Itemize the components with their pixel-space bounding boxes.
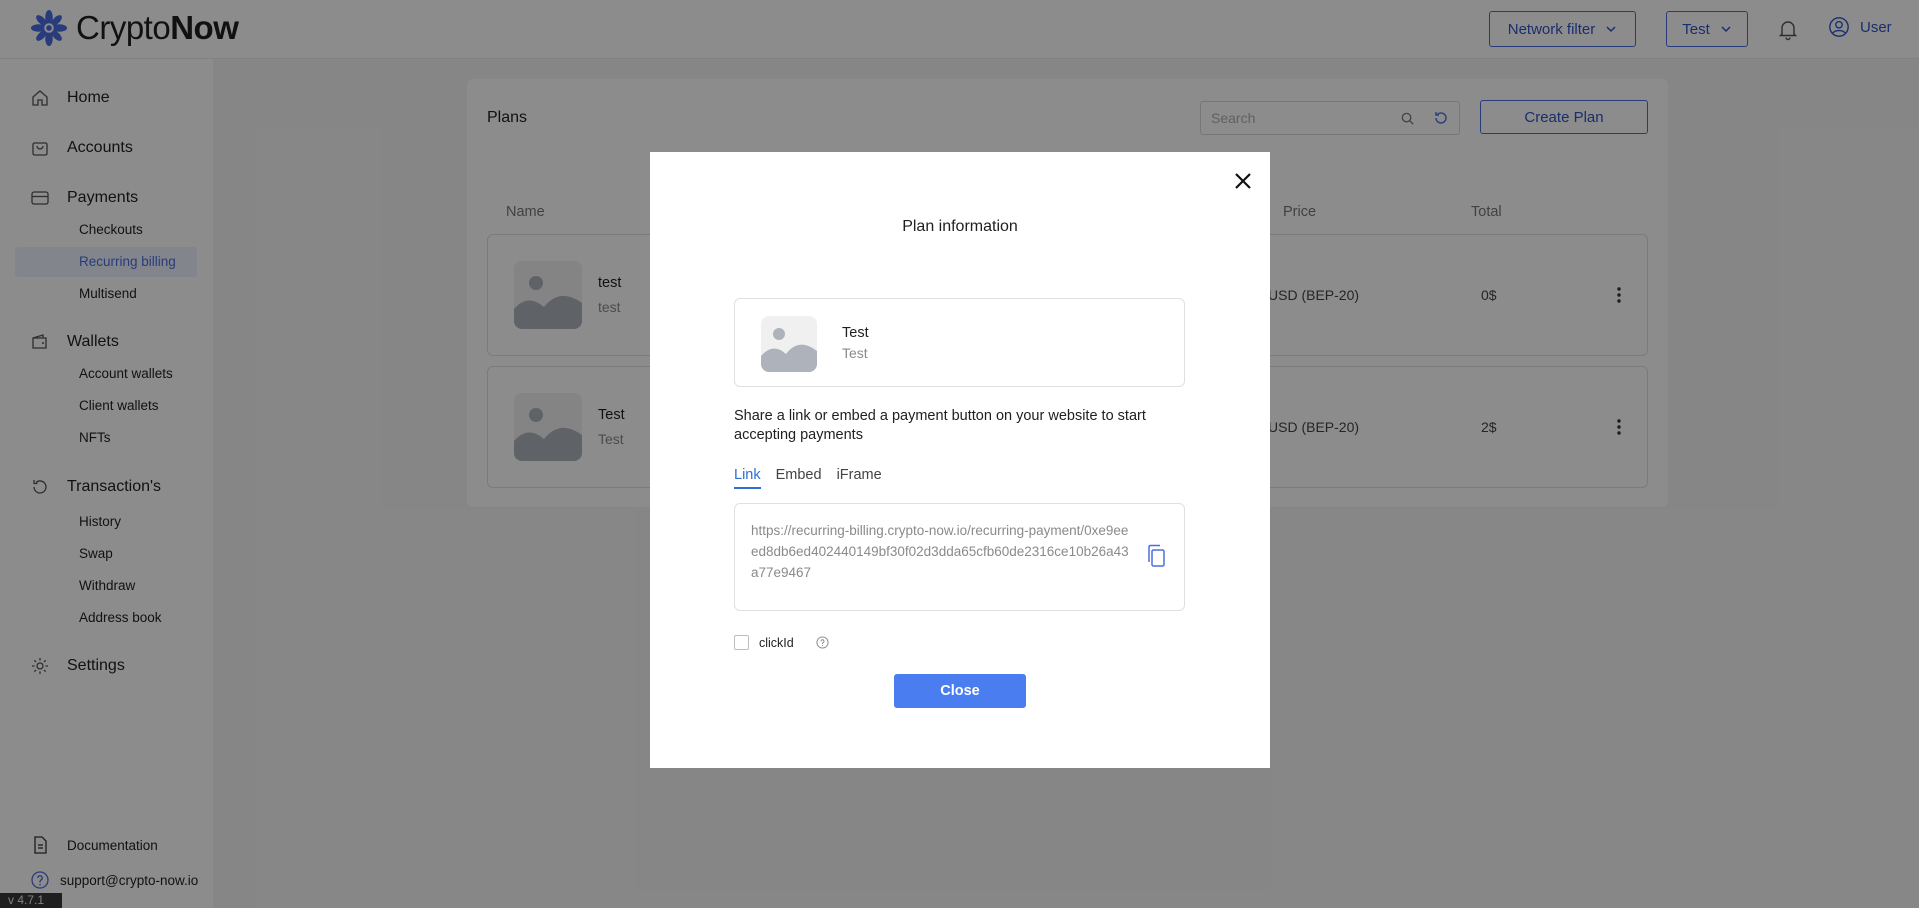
plan-description: Test bbox=[842, 345, 868, 361]
close-button[interactable]: Close bbox=[894, 674, 1026, 708]
clickid-option: clickId bbox=[734, 635, 829, 650]
plan-image-icon bbox=[761, 316, 817, 372]
share-instructions: Share a link or embed a payment button o… bbox=[734, 408, 1146, 443]
plan-name: Test bbox=[842, 325, 869, 341]
tab-link[interactable]: Link bbox=[734, 467, 761, 489]
clickid-checkbox[interactable] bbox=[734, 635, 749, 650]
question-icon[interactable] bbox=[816, 636, 829, 649]
share-tabs: Link Embed iFrame bbox=[734, 467, 882, 489]
tab-iframe[interactable]: iFrame bbox=[837, 467, 882, 489]
modal-title: Plan information bbox=[902, 218, 1018, 235]
plan-card: Test Test bbox=[734, 298, 1185, 387]
copy-icon[interactable] bbox=[1146, 544, 1166, 568]
payment-link-url[interactable]: https://recurring-billing.crypto-now.io/… bbox=[751, 520, 1131, 583]
payment-link-box: https://recurring-billing.crypto-now.io/… bbox=[734, 503, 1185, 611]
tab-embed[interactable]: Embed bbox=[776, 467, 822, 489]
close-icon[interactable] bbox=[1231, 169, 1255, 193]
clickid-label: clickId bbox=[759, 635, 794, 650]
plan-information-modal: Plan information Test Test Share a link … bbox=[650, 152, 1270, 768]
